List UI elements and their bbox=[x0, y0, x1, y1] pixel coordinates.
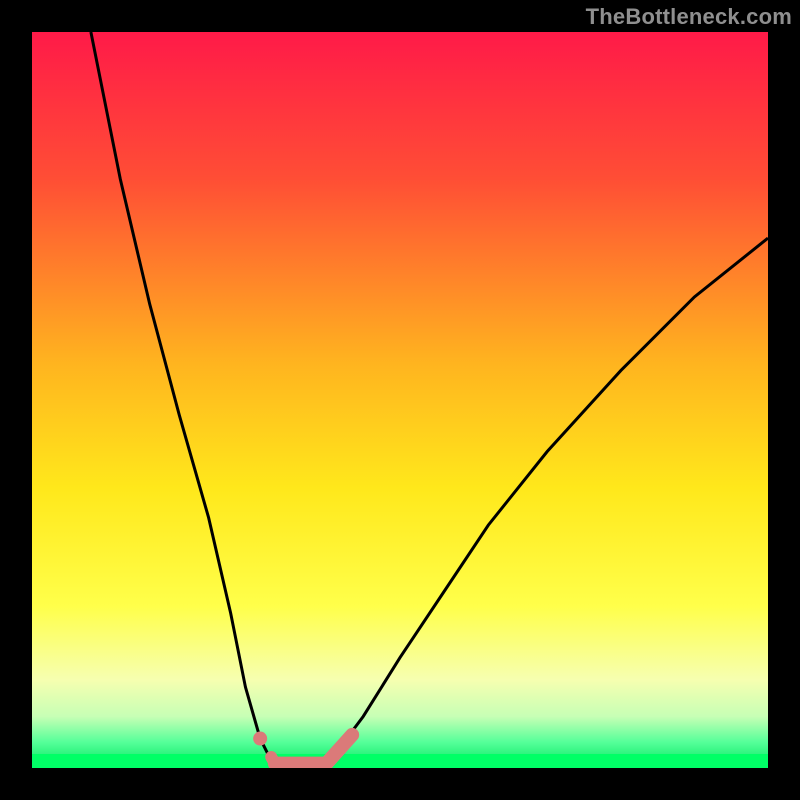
chart-svg bbox=[32, 32, 768, 768]
plot-area bbox=[32, 32, 768, 768]
left-dot-marker bbox=[253, 732, 267, 746]
green-baseline-strip bbox=[32, 754, 768, 768]
left-arm-marker bbox=[271, 757, 275, 764]
watermark-text: TheBottleneck.com bbox=[586, 4, 792, 30]
chart-frame: TheBottleneck.com bbox=[0, 0, 800, 800]
